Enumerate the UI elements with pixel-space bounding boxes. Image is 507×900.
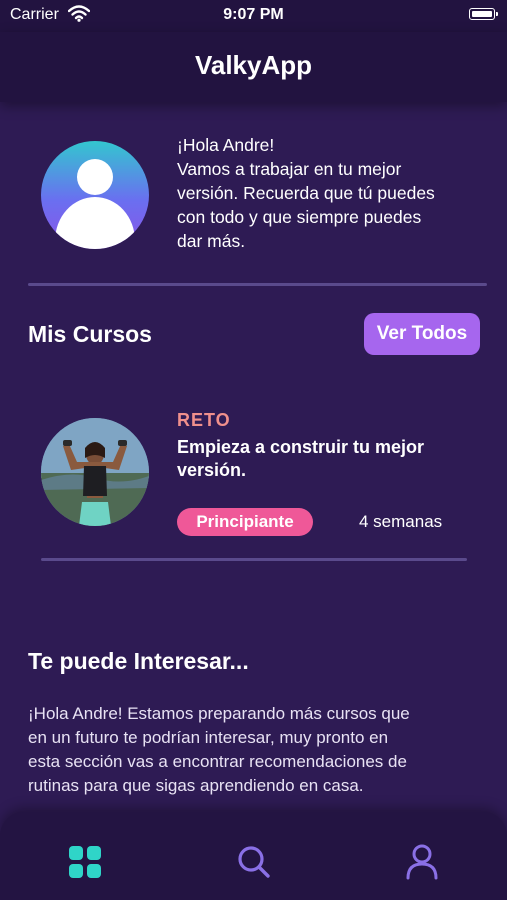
- course-thumbnail: [41, 418, 149, 526]
- profile-icon: [406, 844, 438, 880]
- search-icon: [238, 846, 270, 878]
- grid-icon: [69, 846, 101, 878]
- interest-section-title: Te puede Interesar...: [28, 648, 249, 674]
- interest-line: rutinas para que sigas aprendiendo en ca…: [28, 776, 364, 795]
- course-duration: 4 semanas: [359, 512, 443, 531]
- status-time: 9:07 PM: [223, 6, 284, 23]
- interest-line: en un futuro te podrían interesar, muy p…: [28, 728, 389, 747]
- tab-search[interactable]: [234, 842, 274, 882]
- greeting-message: ¡Hola Andre! Vamos a trabajar en tu mejo…: [177, 133, 477, 253]
- courses-section-title: Mis Cursos: [28, 321, 152, 347]
- tab-home[interactable]: [65, 842, 105, 882]
- user-avatar[interactable]: [41, 141, 149, 249]
- tab-bar: [0, 812, 507, 900]
- interest-line: esta sección vas a encontrar recomendaci…: [28, 752, 407, 771]
- interest-description: ¡Hola Andre! Estamos preparando más curs…: [28, 702, 478, 798]
- course-title-line: Empieza a construir tu mejor: [177, 437, 425, 457]
- battery-icon: [469, 8, 498, 20]
- level-badge: Principiante: [177, 508, 313, 536]
- user-placeholder-icon: [55, 159, 135, 249]
- status-bar: Carrier 9:07 PM: [0, 0, 507, 32]
- app-title: ValkyApp: [194, 50, 313, 80]
- section-divider: [28, 283, 487, 286]
- see-all-courses-button[interactable]: Ver Todos: [364, 313, 480, 355]
- course-type-tag: RETO: [177, 410, 231, 430]
- tab-profile[interactable]: [402, 842, 442, 882]
- course-divider: [41, 558, 467, 561]
- greeting-line: dar más.: [177, 231, 246, 251]
- navigation-bar: ValkyApp: [0, 32, 507, 102]
- greeting-line: ¡Hola Andre!: [177, 135, 275, 155]
- interest-line: ¡Hola Andre! Estamos preparando más curs…: [28, 704, 410, 723]
- greeting-line: versión. Recuerda que tú puedes: [177, 183, 435, 203]
- greeting-line: Vamos a trabajar en tu mejor: [177, 159, 402, 179]
- course-title-line: versión.: [177, 460, 247, 480]
- greeting-line: con todo y que siempre puedes: [177, 207, 422, 227]
- course-title: Empieza a construir tu mejor versión.: [177, 436, 477, 482]
